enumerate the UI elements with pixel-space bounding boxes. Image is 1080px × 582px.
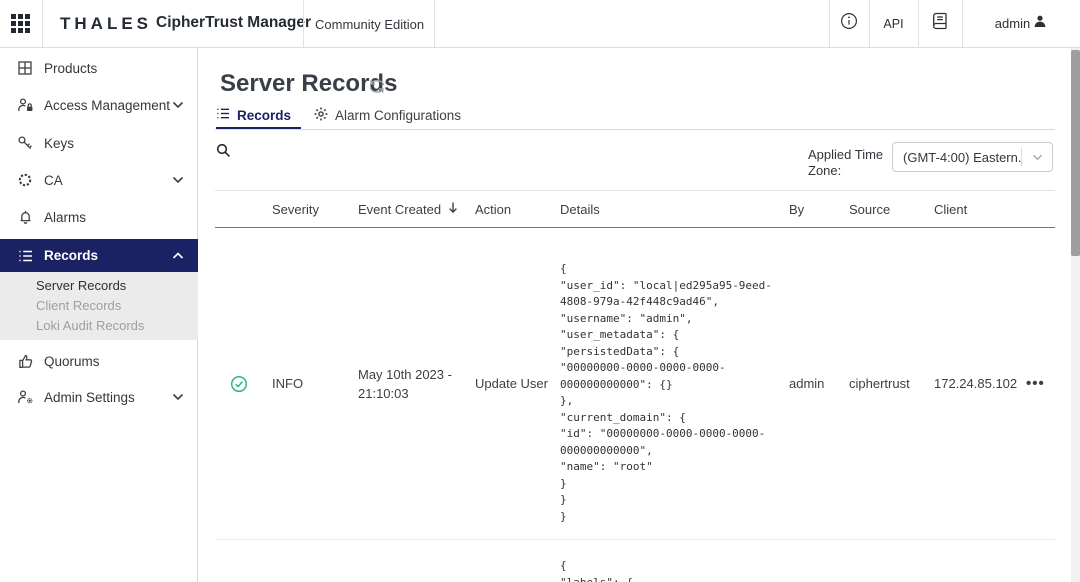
sidebar-item-label: Admin Settings [44,390,135,405]
main-content: Server Records Records [198,48,1072,582]
sidebar-item-label: Quorums [44,354,100,369]
sidebar-item-label: Products [44,61,97,76]
details-json: { "user_id": "local|ed295a95-9eed- 4808-… [550,228,779,525]
vertical-scrollbar [1071,48,1080,582]
thales-logo: THALES [60,14,152,34]
book-icon [932,12,948,35]
column-severity[interactable]: Severity [262,202,348,217]
chevron-down-icon [172,96,184,114]
key-icon [16,134,34,152]
sidebar-item-alarms[interactable]: Alarms [0,199,198,235]
product-title: CipherTrust Manager [156,14,311,32]
column-source[interactable]: Source [839,202,924,217]
sidebar-item-label: CA [44,173,63,188]
api-label: API [883,17,903,31]
column-by[interactable]: By [779,202,839,217]
gear-icon [314,107,328,124]
severity-success-icon [215,375,262,393]
table-row[interactable]: { "labels": { [215,540,1055,582]
top-bar: THALES CipherTrust Manager Community Edi… [0,0,1080,48]
info-button[interactable] [829,0,869,47]
api-link[interactable]: API [869,0,918,47]
info-icon [840,12,858,35]
products-grid-icon [16,59,34,77]
applied-time-zone-label: Applied Time Zone: [808,147,896,179]
severity-value: INFO [262,376,348,391]
action-value: Update User [465,376,550,391]
table-row[interactable]: INFO May 10th 2023 - 21:10:03 Update Use… [215,228,1055,539]
details-json: { "labels": { [550,540,779,582]
thumbs-up-icon [16,352,34,370]
column-client[interactable]: Client [924,202,1016,217]
docs-button[interactable] [918,0,962,47]
tab-label: Alarm Configurations [335,108,461,123]
submenu-item-loki-audit-records[interactable]: Loki Audit Records [36,318,144,333]
event-created-value: May 10th 2023 - 21:10:03 [348,365,465,403]
sidebar-nav: Products Access Management Keys [0,48,198,582]
user-icon [1033,14,1047,33]
app-launcher-icon[interactable] [11,14,31,34]
table-header: Severity Event Created Action Details By… [215,190,1055,228]
by-value: admin [779,376,839,391]
submenu-item-server-records[interactable]: Server Records [36,278,126,293]
chevron-down-icon [172,388,184,406]
column-action[interactable]: Action [465,202,550,217]
source-value: ciphertrust [839,376,924,391]
divider [434,0,435,47]
sidebar-item-label: Access Management [44,98,170,113]
tab-label: Records [237,108,291,123]
divider [42,0,43,47]
sidebar-item-label: Alarms [44,210,86,225]
timezone-value: (GMT-4:00) Eastern... [893,150,1021,165]
user-lock-icon [16,96,34,114]
tab-records[interactable]: Records [216,102,291,128]
user-gear-icon [16,388,34,406]
divider [303,0,304,47]
records-list-icon [16,247,34,265]
sidebar-item-products[interactable]: Products [0,50,198,86]
chevron-up-icon [172,247,184,265]
sidebar-item-admin-settings[interactable]: Admin Settings [0,379,198,415]
column-details[interactable]: Details [550,202,779,217]
search-icon[interactable] [216,143,231,163]
sort-desc-icon[interactable] [447,201,459,217]
user-name: admin [995,16,1030,31]
tab-bar-border [215,129,1055,130]
column-event-created[interactable]: Event Created [348,201,465,217]
chevron-down-icon [172,171,184,189]
sidebar-item-records[interactable]: Records [0,239,198,272]
client-value: 172.24.85.102 [924,376,1016,391]
scrollbar-thumb[interactable] [1071,50,1080,256]
sidebar-item-label: Keys [44,136,74,151]
chevron-down-icon [1022,154,1052,161]
records-list-icon [216,107,230,123]
bell-icon [16,208,34,226]
row-menu-icon[interactable]: ••• [1016,375,1055,392]
refresh-icon[interactable] [368,79,386,99]
ciphertrust-manager-app: THALES CipherTrust Manager Community Edi… [0,0,1080,582]
sidebar-item-ca[interactable]: CA [0,162,198,198]
edition-label: Community Edition [315,17,424,32]
sidebar-item-label: Records [44,248,98,263]
sidebar-item-keys[interactable]: Keys [0,125,198,161]
column-label: Event Created [358,202,441,217]
ca-seal-icon [16,171,34,189]
sidebar-item-access-management[interactable]: Access Management [0,87,198,123]
records-submenu: Server Records Client Records Loki Audit… [0,272,198,340]
user-menu[interactable]: admin [962,0,1080,47]
submenu-item-client-records[interactable]: Client Records [36,298,121,313]
sidebar-item-quorums[interactable]: Quorums [0,343,198,379]
tab-alarm-configurations[interactable]: Alarm Configurations [314,102,461,128]
timezone-select[interactable]: (GMT-4:00) Eastern... [892,142,1053,172]
